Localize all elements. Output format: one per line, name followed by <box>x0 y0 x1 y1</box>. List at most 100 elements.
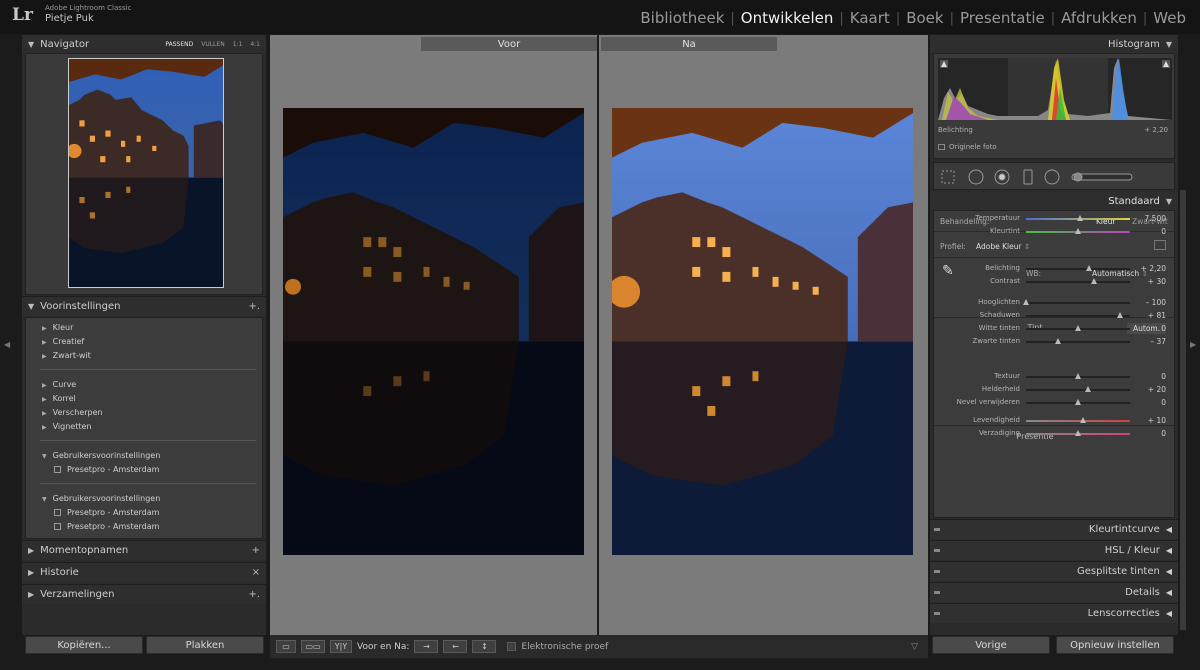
add-preset-icon[interactable]: +. <box>248 301 260 312</box>
slider-value[interactable]: + 20 <box>1136 385 1166 394</box>
preset-item[interactable]: Presetpro - Amsterdam <box>54 465 159 474</box>
profile-select[interactable]: Adobe Kleur ⇕ <box>976 242 1030 251</box>
slider-thumb[interactable] <box>1075 228 1081 234</box>
left-panel-toggle-icon[interactable]: ◀ <box>4 340 10 349</box>
histogram-header[interactable]: Histogram ▼ <box>930 35 1178 53</box>
slider-value[interactable]: 0 <box>1136 429 1166 438</box>
snapshots-header[interactable]: ▶ Momentopnamen + <box>22 540 266 560</box>
right-panel-toggle-icon[interactable]: ▶ <box>1190 340 1196 349</box>
slider-thumb[interactable] <box>1080 417 1087 423</box>
lens-corrections-header[interactable]: Lenscorrecties ◀ <box>930 603 1178 623</box>
after-photo[interactable] <box>612 108 913 555</box>
compare-view-icon[interactable]: ▭▭ <box>301 640 325 653</box>
slider-value[interactable]: + 30 <box>1136 277 1166 286</box>
module-web[interactable]: Web <box>1147 9 1192 27</box>
module-afdrukken[interactable]: Afdrukken <box>1055 9 1143 27</box>
copy-button[interactable]: Kopiëren... <box>25 636 143 654</box>
module-bibliotheek[interactable]: Bibliotheek <box>634 9 730 27</box>
slider-value[interactable]: + 2,20 <box>1136 264 1166 273</box>
preset-item[interactable]: Presetpro - Amsterdam <box>54 522 159 531</box>
soft-proof-checkbox[interactable] <box>507 642 517 651</box>
navigator-header[interactable]: ▼ Navigator PASSEND VULLEN 1:1 4:1 <box>22 35 266 53</box>
module-ontwikkelen[interactable]: Ontwikkelen <box>735 9 840 27</box>
add-collection-icon[interactable]: +. <box>248 589 260 600</box>
preset-folder-kleur[interactable]: ▶ Kleur <box>42 323 73 332</box>
slider-thumb[interactable] <box>1086 265 1093 271</box>
preset-folder-verscherpen[interactable]: ▶ Verscherpen <box>42 408 103 417</box>
right-panel-scrollbar[interactable] <box>1180 190 1186 630</box>
previous-button[interactable]: Vorige <box>932 636 1050 654</box>
slider-value[interactable]: 0 <box>1136 227 1166 236</box>
zoom-4-1[interactable]: 4:1 <box>250 41 260 48</box>
paste-button[interactable]: Plakken <box>146 636 264 654</box>
slider-track[interactable] <box>1026 315 1130 317</box>
preset-folder-curve[interactable]: ▶ Curve <box>42 380 76 389</box>
slider-value[interactable]: – 37 <box>1136 337 1166 346</box>
slider-value[interactable]: + 10 <box>1136 416 1166 425</box>
basic-panel-header[interactable]: Standaard ▼ <box>930 192 1178 210</box>
zoom-vullen[interactable]: VULLEN <box>201 41 224 48</box>
navigator-thumbnail[interactable] <box>68 58 224 288</box>
slider-track[interactable] <box>1026 341 1130 343</box>
preset-folder-user-1[interactable]: ▼ Gebruikersvoorinstellingen <box>42 451 160 460</box>
slider-value[interactable]: 0 <box>1136 324 1166 333</box>
swap-settings-icon[interactable]: ↕ <box>472 640 497 653</box>
slider-thumb[interactable] <box>1075 399 1081 405</box>
slider-thumb[interactable] <box>1116 312 1123 318</box>
loupe-view-icon[interactable]: ▭ <box>276 640 296 653</box>
collapse-triangle-icon[interactable]: ▼ <box>28 40 34 49</box>
slider-thumb[interactable] <box>1075 430 1081 436</box>
profile-browser-icon[interactable] <box>1154 240 1166 250</box>
preset-folder-vignetten[interactable]: ▶ Vignetten <box>42 422 91 431</box>
histogram-info-value: + 2,20 <box>1144 126 1168 134</box>
slider-value[interactable]: + 81 <box>1136 311 1166 320</box>
slider-thumb[interactable] <box>1075 325 1081 331</box>
slider-track[interactable] <box>1026 420 1130 422</box>
copy-after-to-before-icon[interactable]: ← <box>443 640 468 653</box>
before-photo[interactable] <box>283 108 584 555</box>
history-header[interactable]: ▶ Historie × <box>22 562 266 582</box>
preset-folder-korrel[interactable]: ▶ Korrel <box>42 394 76 403</box>
original-photo-toggle[interactable]: Originele foto <box>938 143 997 151</box>
slider-track[interactable] <box>1026 268 1130 270</box>
histogram-graph[interactable] <box>938 58 1172 120</box>
preset-folder-user-2[interactable]: ▼ Gebruikersvoorinstellingen <box>42 494 160 503</box>
slider-track[interactable] <box>1026 389 1130 391</box>
split-toning-header[interactable]: Gesplitste tinten ◀ <box>930 561 1178 581</box>
slider-value[interactable]: 0 <box>1136 398 1166 407</box>
slider-value[interactable]: 7.500 <box>1136 214 1166 223</box>
reset-button[interactable]: Opnieuw instellen <box>1056 636 1174 654</box>
slider-thumb[interactable] <box>1077 215 1084 221</box>
hsl-header[interactable]: HSL / Kleur ◀ <box>930 540 1178 560</box>
clear-history-icon[interactable]: × <box>252 567 260 578</box>
tone-curve-header[interactable]: Kleurtintcurve ◀ <box>930 519 1178 539</box>
presets-header[interactable]: ▼ Voorinstellingen +. <box>22 296 266 316</box>
module-boek[interactable]: Boek <box>900 9 949 27</box>
module-presentatie[interactable]: Presentatie <box>954 9 1051 27</box>
slider-thumb[interactable] <box>1085 386 1092 392</box>
preset-item[interactable]: Presetpro - Amsterdam <box>54 508 159 517</box>
slider-track[interactable] <box>1026 281 1130 283</box>
lightroom-logo: Lr <box>12 5 33 25</box>
module-kaart[interactable]: Kaart <box>844 9 896 27</box>
slider-thumb[interactable] <box>1075 373 1081 379</box>
add-snapshot-icon[interactable]: + <box>252 545 260 556</box>
collections-header[interactable]: ▶ Verzamelingen +. <box>22 584 266 604</box>
preset-folder-creatief[interactable]: ▶ Creatief <box>42 337 84 346</box>
navigator-preview[interactable] <box>25 53 263 295</box>
collapse-triangle-icon[interactable]: ▼ <box>28 302 34 311</box>
details-header[interactable]: Details ◀ <box>930 582 1178 602</box>
zoom-passend[interactable]: PASSEND <box>165 41 193 48</box>
slider-thumb[interactable] <box>1090 278 1097 284</box>
slider-value[interactable]: – 100 <box>1136 298 1166 307</box>
slider-value[interactable]: 0 <box>1136 372 1166 381</box>
slider-track[interactable] <box>1026 302 1130 304</box>
preset-folder-zwart-wit[interactable]: ▶ Zwart-wit <box>42 351 91 360</box>
zoom-1-1[interactable]: 1:1 <box>233 41 243 48</box>
before-after-mode-button[interactable]: Y|Y <box>330 640 352 653</box>
toolbar-menu-icon[interactable]: ▽ <box>911 642 918 652</box>
panel-switch-icon <box>934 612 940 615</box>
slider-thumb[interactable] <box>1055 338 1062 344</box>
slider-thumb[interactable] <box>1023 299 1029 305</box>
copy-before-to-after-icon[interactable]: → <box>414 640 439 653</box>
